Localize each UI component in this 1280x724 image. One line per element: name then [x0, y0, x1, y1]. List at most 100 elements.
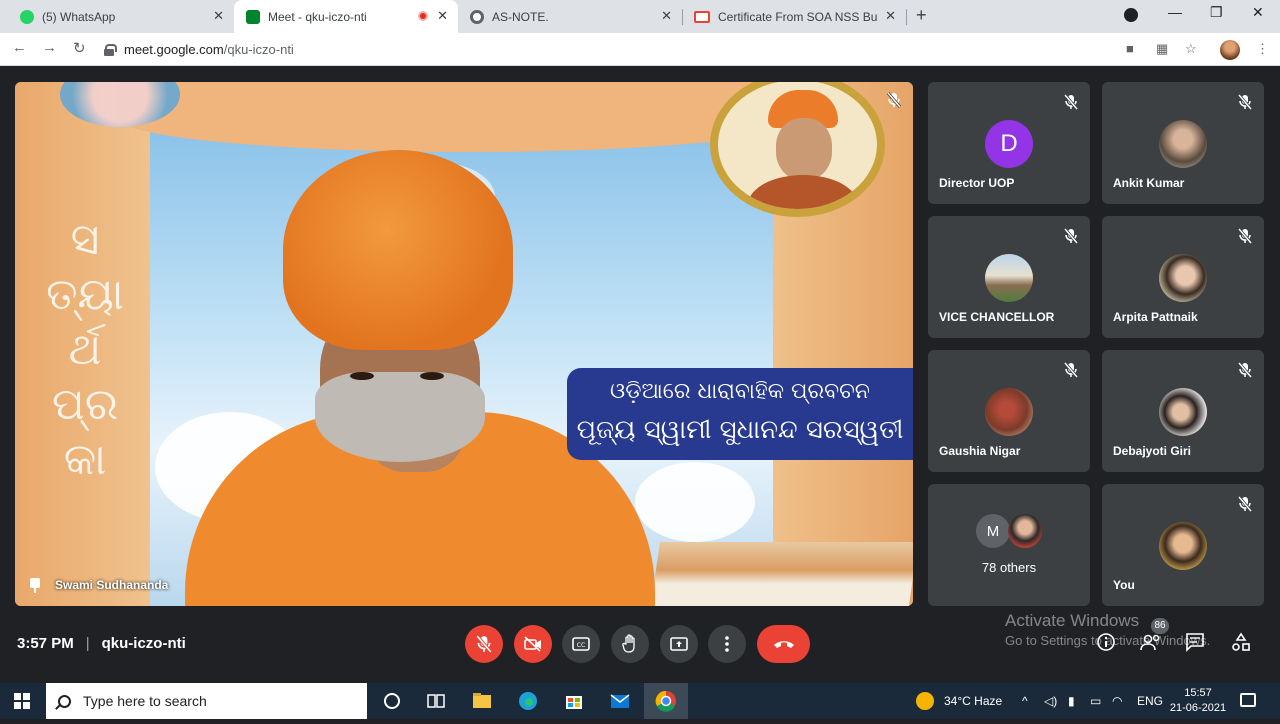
- speaker-eye: [420, 372, 444, 380]
- tab-whatsapp[interactable]: (5) WhatsApp ✕: [8, 0, 234, 33]
- kebab-icon: [725, 636, 729, 652]
- weather-widget[interactable]: 34°C Haze: [916, 683, 1002, 719]
- main-speaker-video[interactable]: ସ ତ୍ୟା ର୍ଥ ପ୍ର କା ଓଡ଼ିଆରେ ଧାରାବାହିକ ପ୍ରବ…: [15, 82, 913, 606]
- notification-center-icon[interactable]: [1240, 693, 1256, 707]
- participant-tile[interactable]: VICE CHANCELLOR: [928, 216, 1090, 338]
- wifi-icon[interactable]: ◠: [1112, 683, 1122, 719]
- recording-icon: [418, 11, 428, 21]
- tab-strip: (5) WhatsApp ✕ Meet - qku-iczo-nti ✕ AS-…: [0, 0, 1280, 33]
- camera-off-icon: [524, 636, 541, 652]
- camera-icon[interactable]: ■: [1126, 41, 1134, 56]
- speaker-name: Swami Sudhananda: [55, 578, 169, 592]
- people-button[interactable]: [1140, 632, 1162, 657]
- close-icon[interactable]: ✕: [213, 8, 224, 24]
- taskbar-clock[interactable]: 15:57 21-06-2021: [1168, 686, 1228, 716]
- self-tile[interactable]: You: [1102, 484, 1264, 606]
- avatar: M: [976, 514, 1010, 548]
- maximize-button[interactable]: ❐: [1210, 4, 1223, 21]
- mic-toggle-button[interactable]: [465, 625, 503, 663]
- camera-toggle-button[interactable]: [514, 625, 552, 663]
- sun-icon: [916, 692, 934, 710]
- activities-button[interactable]: [1231, 632, 1251, 657]
- people-count-badge: 86: [1151, 618, 1169, 634]
- present-screen-button[interactable]: [660, 625, 698, 663]
- mic-off-icon: [1237, 496, 1253, 517]
- profile-avatar[interactable]: [1220, 40, 1240, 60]
- tab-search-icon[interactable]: [1124, 8, 1138, 22]
- meeting-time: 3:57 PM: [17, 635, 74, 652]
- address-bar[interactable]: meet.google.com/qku-iczo-nti: [104, 37, 1114, 62]
- chat-button[interactable]: [1185, 632, 1205, 657]
- new-tab-button[interactable]: +: [916, 5, 927, 26]
- back-button[interactable]: ←: [12, 39, 27, 56]
- tab-title: (5) WhatsApp: [42, 9, 116, 24]
- bookmark-star-icon[interactable]: ☆: [1185, 41, 1197, 57]
- participant-tile[interactable]: D Director UOP: [928, 82, 1090, 204]
- avatar: [985, 388, 1033, 436]
- participant-tile[interactable]: Ankit Kumar: [1102, 82, 1264, 204]
- close-icon[interactable]: ✕: [437, 8, 448, 24]
- language-indicator[interactable]: ENG: [1137, 683, 1163, 719]
- menu-kebab-icon[interactable]: ⋮: [1256, 41, 1269, 57]
- task-view-icon[interactable]: [424, 689, 448, 713]
- odia-glyph: ର୍ଥ: [68, 324, 102, 375]
- participant-name: Debajyoti Giri: [1113, 444, 1192, 458]
- mic-off-icon: [1237, 228, 1253, 249]
- more-options-button[interactable]: [708, 625, 746, 663]
- clock-date: 21-06-2021: [1169, 702, 1227, 714]
- lock-icon[interactable]: [104, 43, 117, 56]
- portrait-face: [776, 118, 832, 180]
- participant-name: Director UOP: [939, 176, 1015, 190]
- mic-off-icon: [1237, 362, 1253, 383]
- speaker-eye: [350, 372, 374, 380]
- minimize-button[interactable]: —: [1168, 4, 1182, 20]
- url-host: meet.google.com: [124, 42, 224, 57]
- others-tile[interactable]: M 78 others: [928, 484, 1090, 606]
- chrome-taskbar-icon[interactable]: [644, 683, 688, 719]
- participant-name: Gaushia Nigar: [939, 444, 1021, 458]
- close-window-button[interactable]: ✕: [1252, 4, 1264, 21]
- banner-line-1: ଓଡ଼ିଆରେ ଧାରାବାହିକ ପ୍ରବଚନ: [610, 379, 870, 404]
- odia-glyph: ତ୍ୟା: [46, 269, 124, 320]
- forward-button[interactable]: →: [42, 39, 57, 56]
- pin-icon[interactable]: [29, 578, 41, 593]
- odia-side-text: ସ ତ୍ୟା ର୍ଥ ପ୍ର କା: [45, 212, 125, 487]
- books: [650, 542, 913, 606]
- tab-meet[interactable]: Meet - qku-iczo-nti ✕: [234, 0, 458, 33]
- close-icon[interactable]: ✕: [661, 8, 672, 24]
- avatar: [1159, 120, 1207, 168]
- volume-icon[interactable]: ◁): [1044, 683, 1057, 719]
- windows-start-button[interactable]: [14, 693, 30, 709]
- taskbar-search-box[interactable]: Type here to search: [46, 683, 367, 719]
- file-explorer-icon[interactable]: [470, 689, 494, 713]
- avatar-letter: D: [985, 120, 1033, 168]
- meeting-info: 3:57 PM | qku-iczo-nti: [17, 635, 186, 652]
- participant-tile[interactable]: Gaushia Nigar: [928, 350, 1090, 472]
- store-icon[interactable]: [562, 689, 586, 713]
- raise-hand-button[interactable]: [611, 625, 649, 663]
- participant-tile[interactable]: Arpita Pattnaik: [1102, 216, 1264, 338]
- leave-call-button[interactable]: [757, 625, 810, 663]
- show-hidden-icons[interactable]: ^: [1022, 683, 1028, 719]
- participant-name: Arpita Pattnaik: [1113, 310, 1198, 324]
- close-icon[interactable]: ✕: [885, 8, 896, 24]
- battery-icon[interactable]: ▭: [1090, 683, 1101, 719]
- mail-icon[interactable]: [608, 689, 632, 713]
- banner-line-2: ପୂଜ୍ୟ ସ୍ୱାମୀ ସୁଧାନନ୍ଦ ସରସ୍ୱତୀ: [576, 415, 904, 445]
- meeting-details-button[interactable]: [1096, 632, 1116, 657]
- cloud: [635, 462, 755, 542]
- edge-icon[interactable]: [516, 689, 540, 713]
- search-icon: [58, 694, 71, 708]
- captions-button[interactable]: CC: [562, 625, 600, 663]
- microphone-icon[interactable]: ▮: [1068, 683, 1075, 719]
- search-placeholder: Type here to search: [83, 693, 207, 709]
- avatar: D: [985, 120, 1033, 168]
- cortana-icon[interactable]: [380, 689, 404, 713]
- tab-as-note[interactable]: AS-NOTE. ✕: [458, 0, 682, 33]
- watermark-title: Activate Windows: [1005, 611, 1140, 630]
- tab-gmail[interactable]: Certificate From SOA NSS Burea ✕: [682, 0, 906, 33]
- reload-button[interactable]: ↻: [73, 39, 86, 57]
- participant-tile[interactable]: Debajyoti Giri: [1102, 350, 1264, 472]
- whatsapp-icon: [20, 9, 34, 24]
- translate-icon[interactable]: ▦: [1156, 41, 1168, 57]
